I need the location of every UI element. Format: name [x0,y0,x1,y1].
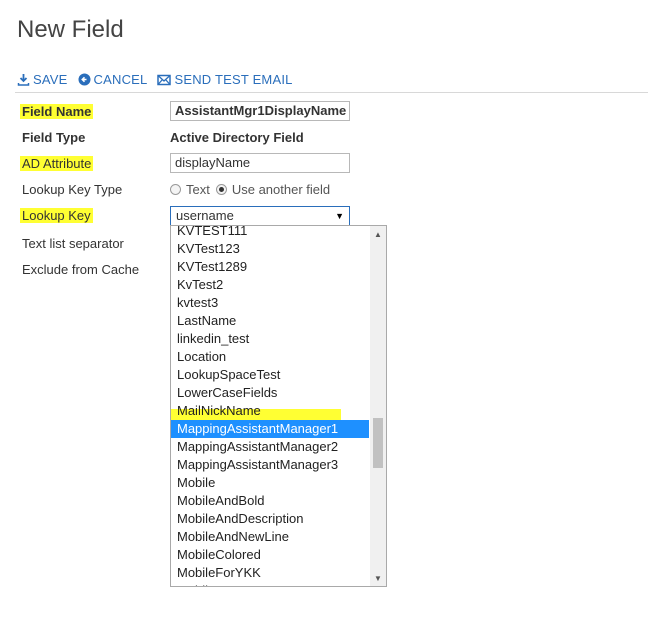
dropdown-option[interactable]: MobileAndBold [171,492,369,510]
send-test-email-button[interactable]: SEND TEST EMAIL [157,72,292,87]
dropdown-option[interactable]: MappingAssistantManager1 [171,420,369,438]
dropdown-option[interactable]: KVTest123 [171,240,369,258]
field-name-label: Field Name [20,104,94,119]
cancel-button[interactable]: CANCEL [78,72,148,87]
dropdown-option[interactable]: KVTest1289 [171,258,369,276]
dropdown-option[interactable]: LastName [171,312,369,330]
text-radio-label: Text [186,182,210,197]
dropdown-option[interactable]: MobileAndNewLine [171,528,369,546]
dropdown-option[interactable]: MappingAssistantManager3 [171,456,369,474]
dropdown-option[interactable]: Mobile [171,474,369,492]
dropdown-option[interactable]: LookupSpaceTest [171,366,369,384]
envelope-icon [157,74,172,85]
back-arrow-icon [78,73,91,86]
toolbar: SAVE CANCEL SEND TEST EMAIL [17,72,303,87]
dropdown-option[interactable]: MobileForYKK [171,564,369,582]
lookup-key-dropdown-list[interactable]: KVTEST111 KVTest123 KVTest1289 KvTest2 kvtes… [170,225,387,587]
dropdown-option[interactable]: kvtest3 [171,294,369,312]
dropdown-option[interactable]: MobileColored [171,546,369,564]
lookup-key-select-value: username [176,208,234,223]
scroll-down-icon[interactable]: ▼ [370,570,386,586]
toolbar-divider [15,92,648,93]
lookup-key-select[interactable]: username ▼ [170,206,350,226]
field-type-value: Active Directory Field [170,130,304,145]
dropdown-option[interactable]: linkedin_test [171,330,369,348]
dropdown-option[interactable]: Location [171,348,369,366]
field-name-input[interactable]: AssistantMgr1DisplayName [170,101,350,121]
dropdown-option[interactable]: KVTEST111 [171,226,369,240]
dropdown-options: KVTEST111 KVTest123 KVTest1289 KvTest2 kvtes… [171,226,369,586]
page-title: New Field [17,16,124,43]
dropdown-option[interactable]: LowerCaseFields [171,384,369,402]
exclude-from-cache-label: Exclude from Cache [22,262,140,277]
dropdown-scrollbar[interactable]: ▲ ▼ [370,226,386,586]
save-button[interactable]: SAVE [17,72,68,87]
download-icon [17,74,30,86]
dropdown-option[interactable]: KvTest2 [171,276,369,294]
dropdown-option[interactable]: MobileAndDescription [171,510,369,528]
lookup-key-type-radio-group: Text Use another field [170,182,336,197]
ad-attribute-input[interactable]: displayName [170,153,350,173]
send-test-email-label: SEND TEST EMAIL [174,72,293,87]
dropdown-option[interactable]: mobile [171,582,369,586]
cancel-label: CANCEL [93,72,148,87]
scrollbar-thumb[interactable] [373,418,383,468]
use-another-field-radio-label: Use another field [231,182,331,197]
lookup-key-label: Lookup Key [20,208,93,223]
use-another-field-radio[interactable] [215,184,227,195]
dropdown-option[interactable]: MappingAssistantManager2 [171,438,369,456]
dropdown-arrow-icon: ▼ [335,211,344,221]
text-radio[interactable] [170,184,181,195]
scroll-up-icon[interactable]: ▲ [370,226,386,242]
text-list-separator-label: Text list separator [22,236,124,251]
field-type-label: Field Type [22,130,86,145]
save-label: SAVE [33,72,68,87]
lookup-key-type-label: Lookup Key Type [22,182,123,197]
dropdown-option[interactable]: MailNickName [171,402,369,420]
ad-attribute-label: AD Attribute [20,156,94,171]
